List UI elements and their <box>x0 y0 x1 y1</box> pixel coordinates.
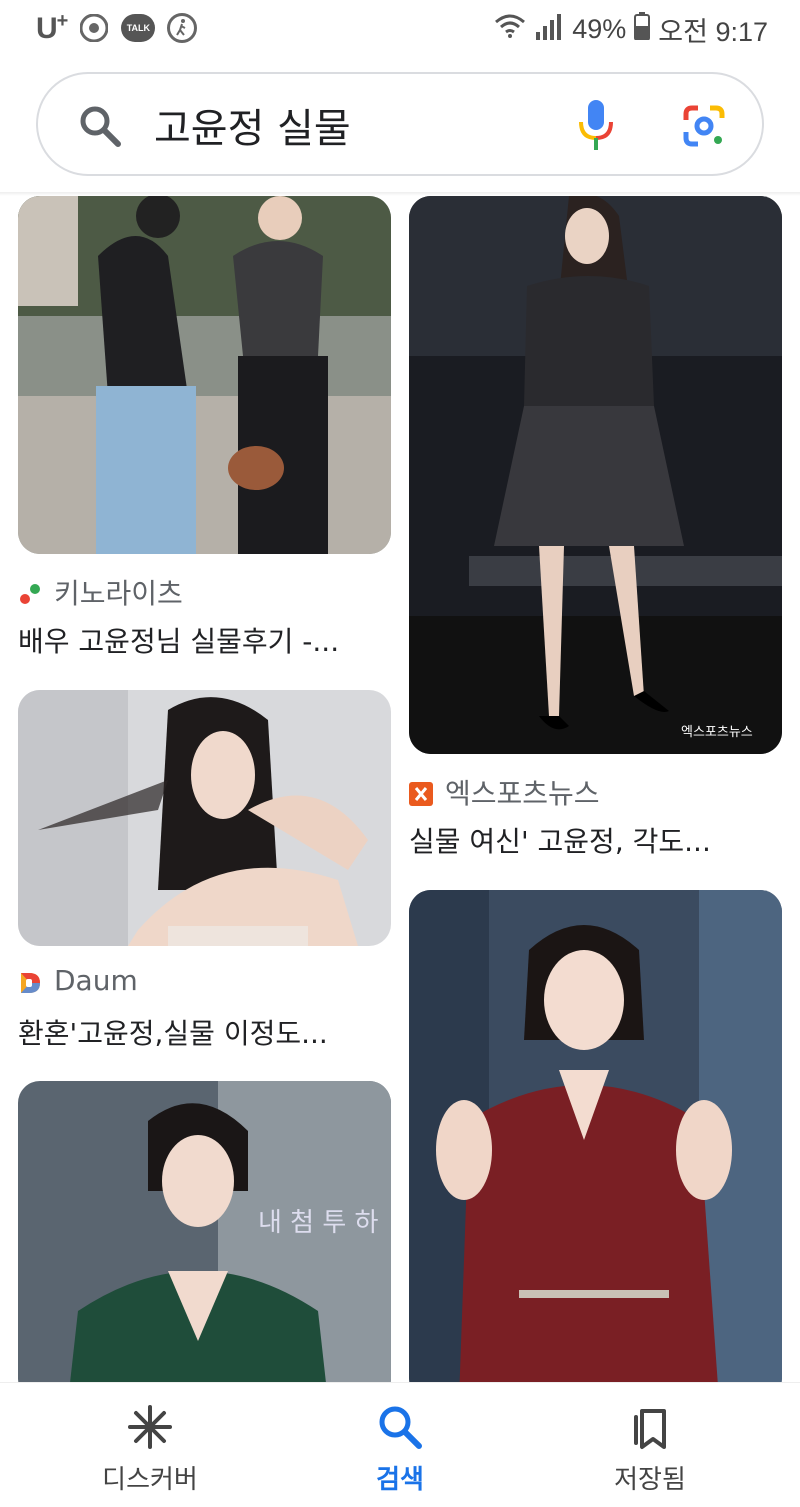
image-watermark: 엑스포츠뉴스 <box>681 725 753 740</box>
nav-search-label: 검색 <box>376 1465 424 1495</box>
chrome-icon <box>79 13 109 43</box>
source-label: 엑스포츠뉴스 <box>445 777 600 810</box>
wifi-icon <box>494 13 526 46</box>
source-label: Daum <box>54 964 138 997</box>
battery-percent: 49% <box>572 14 627 44</box>
search-input[interactable]: 고윤정 실물 <box>154 96 351 154</box>
kinolights-dots-icon <box>18 580 42 604</box>
source-label: 키노라이츠 <box>54 577 183 610</box>
clock: 오전 9:17 <box>658 17 768 47</box>
nav-discover[interactable]: 디스커버 <box>50 1383 250 1507</box>
battery-icon <box>634 12 651 47</box>
xports-x-icon <box>409 780 433 806</box>
result-title-1[interactable]: 배우 고윤정님 실물후기 -... <box>18 620 390 660</box>
daum-d-icon <box>18 969 42 993</box>
bottom-navigation: 디스커버 검색 저장됨 <box>0 1382 800 1507</box>
result-image-2[interactable]: 엑스포츠뉴스 <box>409 196 782 754</box>
microphone-icon[interactable] <box>578 100 614 156</box>
google-lens-icon[interactable] <box>682 104 726 152</box>
nav-discover-label: 디스커버 <box>102 1465 198 1495</box>
result-title-3[interactable]: 환혼'고윤정,실물 이정도... <box>18 1012 390 1052</box>
search-icon[interactable] <box>78 104 122 152</box>
search-bar[interactable]: 고윤정 실물 <box>36 72 764 176</box>
walking-icon <box>167 13 198 43</box>
signal-icon <box>534 12 564 47</box>
search-icon <box>374 1401 426 1453</box>
carrier-label: U+ <box>36 10 68 45</box>
nav-search[interactable]: 검색 <box>300 1383 500 1507</box>
kakaotalk-icon: TALK <box>121 14 156 42</box>
nav-saved-label: 저장됨 <box>614 1465 686 1495</box>
poster-text: 내 첨 투 하 <box>258 1208 379 1238</box>
nav-saved[interactable]: 저장됨 <box>550 1383 750 1507</box>
bookmarks-icon <box>624 1401 676 1453</box>
status-bar: U+ TALK 49% 오전 9:17 <box>0 0 800 58</box>
result-image-1[interactable] <box>18 196 391 554</box>
result-source-2: 엑스포츠뉴스 <box>409 772 600 812</box>
result-title-2[interactable]: 실물 여신' 고윤정, 각도... <box>409 820 781 860</box>
asterisk-icon <box>124 1401 176 1453</box>
result-source-1: 키노라이츠 <box>18 572 183 612</box>
result-source-3: Daum <box>18 964 138 997</box>
result-image-4[interactable]: 내 첨 투 하 <box>18 1081 391 1401</box>
result-image-5[interactable] <box>409 890 782 1400</box>
result-image-3[interactable] <box>18 690 391 946</box>
